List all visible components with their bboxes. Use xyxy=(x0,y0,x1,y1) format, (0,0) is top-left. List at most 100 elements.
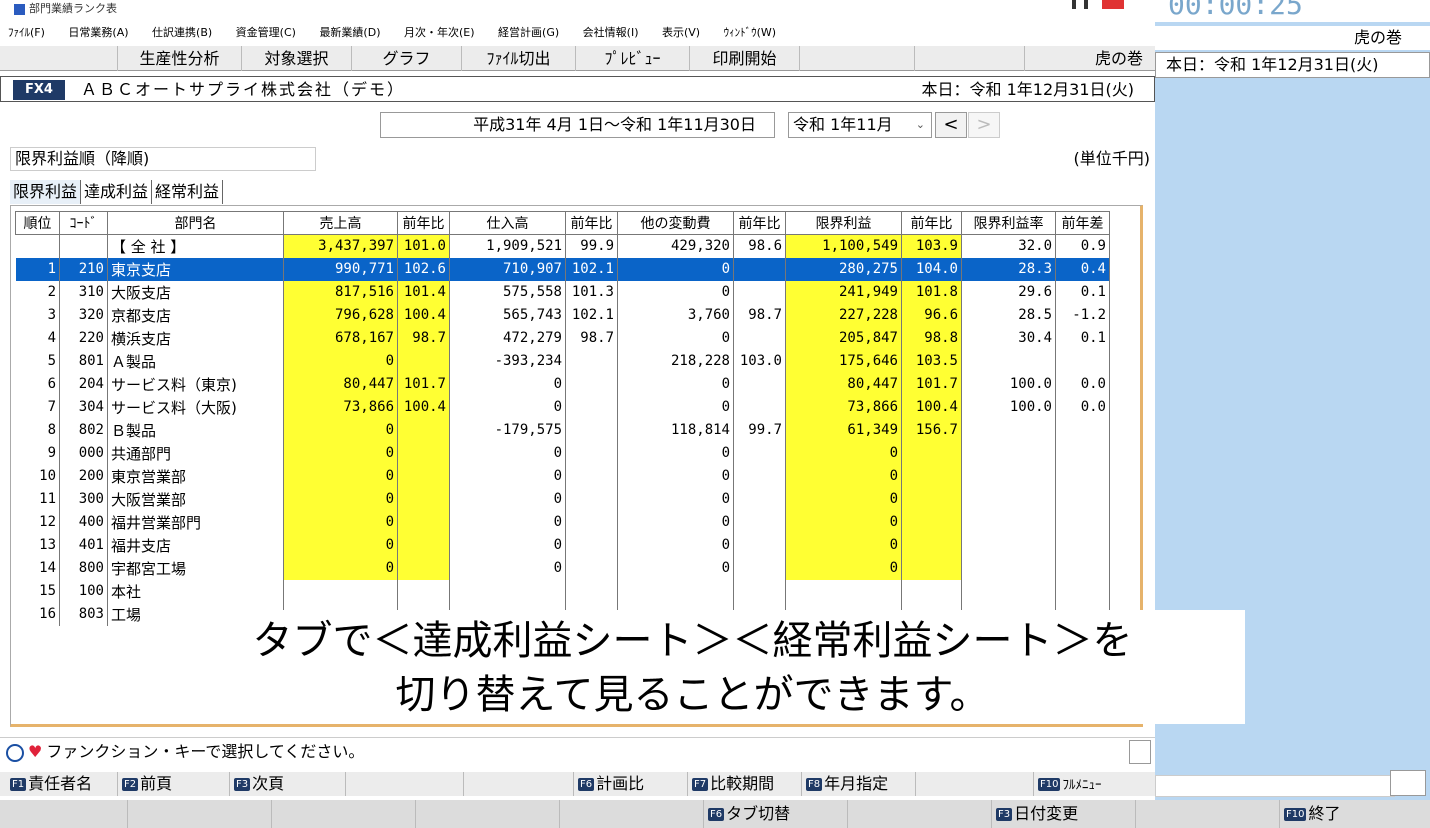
key-icon: F3 xyxy=(234,778,251,791)
table-row[interactable]: 2 310 大阪支店 817,516 101.4 575,558 101.3 0 241,949… xyxy=(15,280,1110,304)
column-header[interactable]: 部門名 xyxy=(107,211,284,235)
menu-window[interactable]: ｳｨﾝﾄﾞｳ(W) xyxy=(724,22,776,44)
table-cell: 0 xyxy=(283,418,398,442)
key-icon: F1 xyxy=(10,778,27,791)
table-cell: 【 全 社 】 xyxy=(107,234,284,258)
f6-button[interactable]: F6 計画比 xyxy=(574,772,688,796)
graph-button[interactable]: グラフ xyxy=(352,46,462,71)
column-header[interactable]: 売上高 xyxy=(283,211,398,235)
next-month-button[interactable]: > xyxy=(968,112,1000,138)
table-row[interactable]: 15 100 本社 xyxy=(15,579,1110,603)
right-tiger-button[interactable]: 虎の巻 xyxy=(1155,26,1430,50)
menu-latest[interactable]: 最新業績(D) xyxy=(319,22,380,44)
column-header[interactable]: 前年差 xyxy=(1055,211,1110,235)
table-cell: 0.1 xyxy=(1055,326,1110,350)
sort-order-field[interactable]: 限界利益順（降順) xyxy=(10,147,316,171)
f3-button[interactable]: F3 次頁 xyxy=(230,772,346,796)
pause-icon[interactable] xyxy=(1072,0,1088,9)
product-badge: FX4 xyxy=(13,80,65,100)
tab-achieved-profit[interactable]: 達成利益 xyxy=(81,180,153,204)
menu-file[interactable]: ﾌｧｲﾙ(F) xyxy=(8,22,45,44)
table-row-total[interactable]: 【 全 社 】 3,437,397 101.0 1,909,521 99.9 429,32… xyxy=(15,234,1110,258)
f8-button[interactable]: F8 年月指定 xyxy=(802,772,916,796)
table-row[interactable]: 5 801 Ａ製品 0 -393,234 218,228 103.0 175,646 103.5 xyxy=(15,349,1110,373)
month-select[interactable]: 令和 1年11月 ⌄ xyxy=(788,112,932,138)
table-cell: 103.0 xyxy=(733,349,786,373)
caption-line-2: 切り替えて見ることができます。 xyxy=(395,672,990,718)
preview-button[interactable]: ﾌﾟﾚﾋﾞｭｰ xyxy=(576,46,690,71)
tab-ordinary-profit[interactable]: 経常利益 xyxy=(152,180,224,204)
table-cell xyxy=(901,487,962,511)
table-cell: 241,949 xyxy=(785,280,902,304)
column-header[interactable]: 仕入高 xyxy=(449,211,566,235)
target-select-button[interactable]: 対象選択 xyxy=(242,46,352,71)
table-row[interactable]: 1 210 東京支店 990,771 102.6 710,907 102.1 0 280,275… xyxy=(15,257,1110,281)
prev-month-button[interactable]: < xyxy=(935,112,967,138)
right-today-date: 本日：令和 1年12月31日(火) xyxy=(1155,52,1430,78)
column-header[interactable]: 限界利益率 xyxy=(961,211,1056,235)
toolbar-blank-3 xyxy=(915,46,1025,71)
stop-icon[interactable] xyxy=(1102,0,1124,9)
productivity-button[interactable]: 生産性分析 xyxy=(118,46,242,71)
table-row[interactable]: 10 200 東京営業部 0 0 0 0 xyxy=(15,464,1110,488)
menu-journal[interactable]: 仕訳連携(B) xyxy=(152,22,212,44)
table-row[interactable]: 6 204 サービス料（東京) 80,447 101.7 0 0 80,447 101.7 100… xyxy=(15,372,1110,396)
file-export-button[interactable]: ﾌｧｲﾙ切出 xyxy=(462,46,576,71)
column-header[interactable]: 前年比 xyxy=(397,211,450,235)
table-cell xyxy=(901,464,962,488)
table-cell: 100.4 xyxy=(397,303,450,327)
table-cell xyxy=(1055,418,1110,442)
table-row[interactable]: 7 304 サービス料（大阪) 73,866 100.4 0 0 73,866 100.4 100… xyxy=(15,395,1110,419)
tab-marginal-profit[interactable]: 限界利益 xyxy=(10,180,82,204)
f1-button[interactable]: F1 責任者名 xyxy=(6,772,118,796)
table-row[interactable]: 13 401 福井支店 0 0 0 0 xyxy=(15,533,1110,557)
table-cell xyxy=(961,510,1056,534)
table-cell: 3 xyxy=(15,303,60,327)
table-cell: 0.9 xyxy=(1055,234,1110,258)
menu-view[interactable]: 表示(V) xyxy=(662,22,700,44)
table-cell xyxy=(961,579,1056,603)
column-header[interactable]: 他の変動費 xyxy=(617,211,734,235)
menu-plan[interactable]: 経営計画(G) xyxy=(498,22,559,44)
table-row[interactable]: 11 300 大阪営業部 0 0 0 0 xyxy=(15,487,1110,511)
table-row[interactable]: 3 320 京都支店 796,628 100.4 565,743 102.1 3,760 98.… xyxy=(15,303,1110,327)
column-header[interactable]: ｺｰﾄﾞ xyxy=(59,211,108,235)
table-cell: 0 xyxy=(617,464,734,488)
right-input xyxy=(1155,775,1395,797)
caption-overlay: タブで＜達成利益シート＞＜経常利益シート＞を 切り替えて見ることができます。 xyxy=(140,610,1245,724)
table-row[interactable]: 14 800 宇都宮工場 0 0 0 0 xyxy=(15,556,1110,580)
column-header[interactable]: 前年比 xyxy=(565,211,618,235)
print-button[interactable]: 印刷開始 xyxy=(690,46,800,71)
table-row[interactable]: 9 000 共通部門 0 0 0 0 xyxy=(15,441,1110,465)
f2-button[interactable]: F2 前頁 xyxy=(118,772,230,796)
table-cell xyxy=(1055,441,1110,465)
date-change-button[interactable]: F3 日付変更 xyxy=(992,800,1136,828)
menu-daily[interactable]: 日常業務(A) xyxy=(68,22,128,44)
column-header[interactable]: 前年比 xyxy=(901,211,962,235)
column-header[interactable]: 限界利益 xyxy=(785,211,902,235)
tiger-button[interactable]: 虎の巻 xyxy=(1025,46,1155,71)
exit-button[interactable]: F10 終了 xyxy=(1280,800,1430,828)
table-cell: 118,814 xyxy=(617,418,734,442)
table-cell: 0 xyxy=(449,533,566,557)
table-cell xyxy=(901,579,962,603)
f10-button[interactable]: F10 ﾌﾙﾒﾆｭｰ xyxy=(1034,772,1155,796)
f7-button[interactable]: F7 比較期間 xyxy=(688,772,802,796)
table-cell: 28.5 xyxy=(961,303,1056,327)
menu-funds[interactable]: 資金管理(C) xyxy=(236,22,296,44)
table-cell: 0 xyxy=(617,372,734,396)
tab-switch-button[interactable]: F6 タブ切替 xyxy=(704,800,848,828)
table-row[interactable]: 8 802 Ｂ製品 0 -179,575 118,814 99.7 61,349 156.7 xyxy=(15,418,1110,442)
table-cell: 9 xyxy=(15,441,60,465)
table-row[interactable]: 4 220 横浜支店 678,167 98.7 472,279 98.7 0 205,847 98… xyxy=(15,326,1110,350)
table-row[interactable]: 12 400 福井営業部門 0 0 0 0 xyxy=(15,510,1110,534)
sheet-tabs: 限界利益 達成利益 経常利益 xyxy=(10,180,224,204)
table-cell: 0 xyxy=(283,487,398,511)
recording-timer: 00:00:25 xyxy=(1030,0,1430,24)
column-header[interactable]: 順位 xyxy=(15,211,60,235)
menu-monthly[interactable]: 月次・年次(E) xyxy=(404,22,475,44)
menu-company[interactable]: 会社情報(I) xyxy=(583,22,639,44)
column-header[interactable]: 前年比 xyxy=(733,211,786,235)
status-bar: ♥ ファンクション・キーで選択してください。 xyxy=(0,737,1155,765)
table-cell: 400 xyxy=(59,510,108,534)
